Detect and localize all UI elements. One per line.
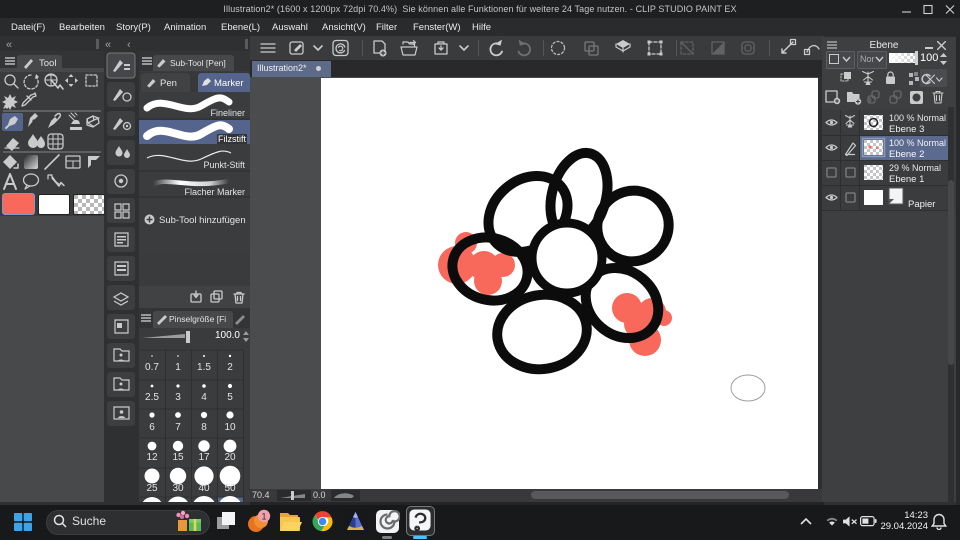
svg-text:50: 50 — [224, 483, 236, 494]
svg-text:4: 4 — [201, 392, 207, 403]
svg-text:2.5: 2.5 — [145, 392, 159, 403]
svg-text:15: 15 — [172, 452, 184, 463]
svg-text:2: 2 — [227, 362, 233, 373]
svg-text:12: 12 — [146, 452, 158, 463]
svg-text:1: 1 — [175, 362, 181, 373]
svg-text:3: 3 — [175, 392, 181, 403]
svg-text:6: 6 — [149, 422, 155, 433]
svg-text:25: 25 — [146, 483, 158, 494]
svg-text:40: 40 — [198, 483, 210, 494]
svg-text:1: 1 — [261, 512, 266, 522]
svg-text:5: 5 — [227, 392, 233, 403]
svg-text:1.5: 1.5 — [197, 362, 211, 373]
svg-text:10: 10 — [224, 422, 236, 433]
svg-text:20: 20 — [224, 452, 236, 463]
svg-text:17: 17 — [198, 452, 210, 463]
svg-text:7: 7 — [175, 422, 181, 433]
svg-text:8: 8 — [201, 422, 207, 433]
svg-text:30: 30 — [172, 483, 184, 494]
svg-text:0.7: 0.7 — [145, 362, 159, 373]
